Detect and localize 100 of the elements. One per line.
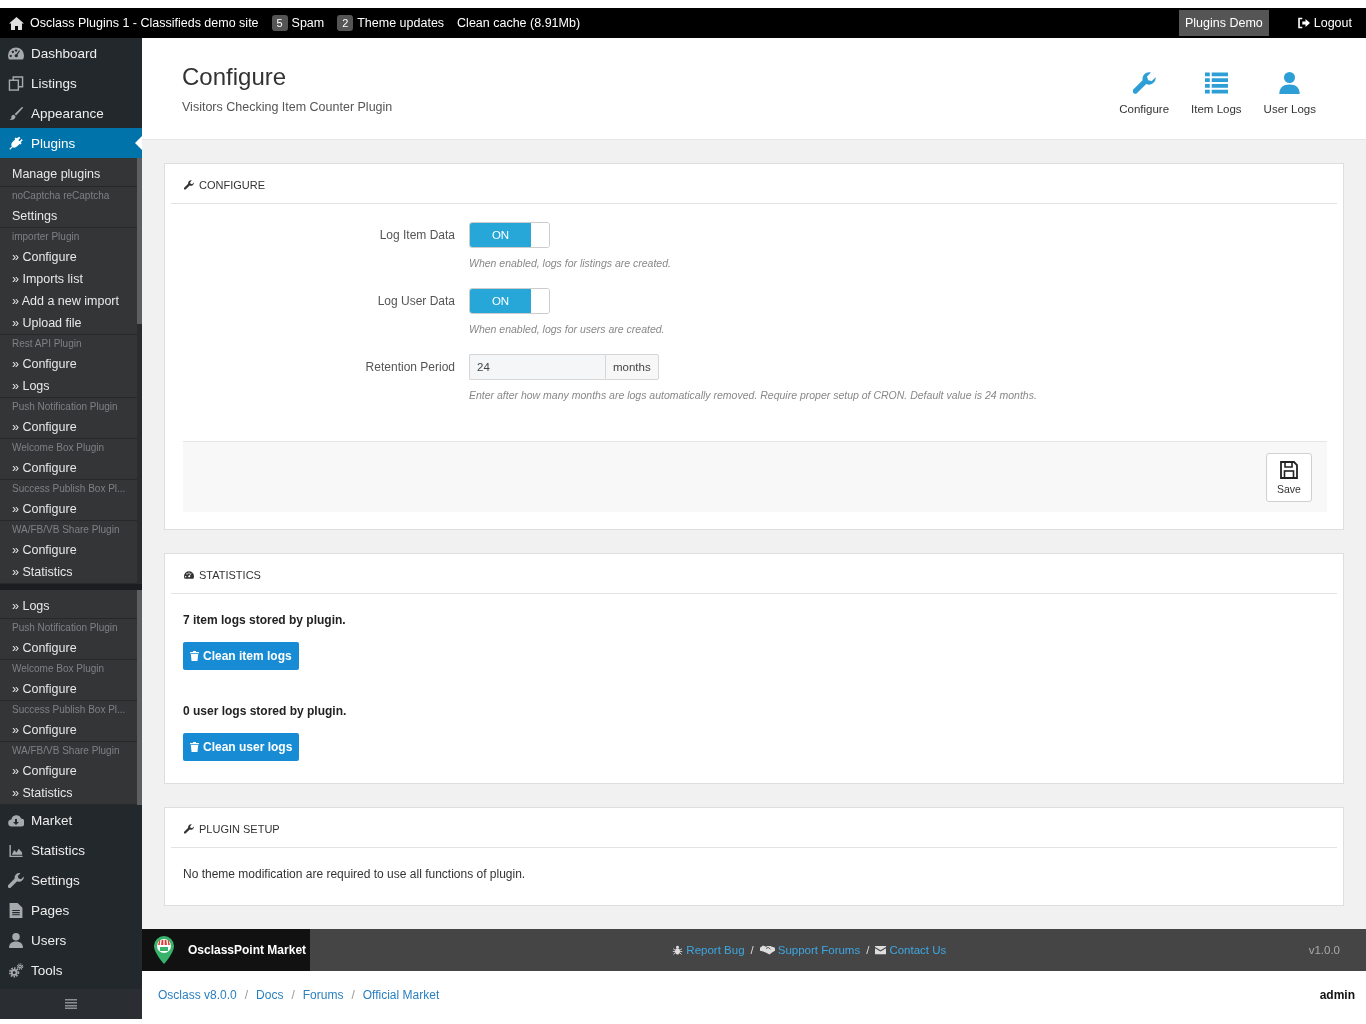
copy-icon [8,75,24,91]
submenu-link[interactable]: » Statistics [12,561,73,583]
sidebar-item[interactable]: Statistics [0,835,142,865]
field-hint: When enabled, logs for users are created. [469,322,665,337]
sidebar-item[interactable]: Pages [0,895,142,925]
breadcrumb-link[interactable]: Official Market [362,987,440,1002]
separator: / [291,987,295,1002]
trash-icon [190,742,199,752]
submenu-heading: WA/FB/VB Share Plugin [12,523,120,537]
breadcrumb-link[interactable]: Docs [256,987,284,1002]
sidebar-item[interactable]: Settings [0,865,142,895]
user-icon [8,932,24,948]
sidebar-item[interactable]: Appearance [0,98,142,128]
collapse-bar[interactable] [0,989,142,1019]
wrench-icon [184,180,194,190]
field-label: Log User Data [377,293,455,310]
save-button[interactable]: Save [1266,453,1312,502]
unit-addon: months [605,354,659,380]
logout-icon [1296,17,1310,29]
footer-link[interactable]: Contact Us [875,944,947,956]
header-nav-link[interactable]: Configure [1119,72,1170,115]
site-link[interactable]: Osclass Plugins 1 - Classifieds demo site [9,16,259,30]
submenu-heading: Push Notification Plugin [12,621,118,635]
submenu-link[interactable]: » Logs [12,595,50,617]
submenu-link[interactable]: » Configure [12,457,77,479]
save-icon [1279,460,1299,480]
field-label: Log Item Data [379,227,455,244]
demo-button[interactable]: Plugins Demo [1178,10,1269,36]
sidebar-item[interactable]: Market [0,805,142,835]
count-badge: 5 [271,15,288,31]
submenu-link[interactable]: » Upload file [12,312,82,334]
scrollbar-thumb[interactable] [137,590,142,805]
retention-input[interactable]: 24 [469,354,605,380]
dashboard-icon [184,570,194,580]
submenu-link[interactable]: » Configure [12,539,77,561]
topbar-link[interactable]: 5 Spam [271,15,325,31]
breadcrumb-link[interactable]: Forums [302,987,344,1002]
topbar-link[interactable]: 2 Theme updates [337,15,445,31]
submenu-heading: Success Publish Box Pl... [12,482,126,496]
cloud-download-icon [8,812,24,828]
submenu-heading: WA/FB/VB Share Plugin [12,744,120,758]
submenu-link[interactable]: » Configure [12,760,77,782]
wrench-icon [8,872,24,888]
wrench-icon [184,824,194,834]
field-hint: When enabled, logs for listings are created. [469,256,671,271]
submenu-heading: Welcome Box Plugin [12,441,105,455]
submenu-link[interactable]: » Configure [12,719,77,741]
home-icon [9,16,24,30]
breadcrumb-link[interactable]: Osclass v8.0.0 [158,987,237,1002]
scrollbar-track[interactable] [137,158,142,584]
sidebar-item[interactable]: Dashboard [0,38,142,68]
field-label: Retention Period [365,359,455,376]
submenu-link[interactable]: » Configure [12,498,77,520]
submenu-link[interactable]: Manage plugins [12,163,101,185]
logout-link[interactable]: Logout [1296,16,1352,30]
trash-icon [190,651,199,661]
list-icon [1204,72,1228,94]
submenu-heading: Push Notification Plugin [12,400,118,414]
bug-icon [672,945,684,955]
brand-name: OsclassPoint Market [188,943,307,957]
dashboard-icon [8,45,24,61]
panel-title: STATISTICS [199,569,261,581]
separator: / [866,944,870,956]
log-count-text: 7 item logs stored by plugin. [183,612,346,629]
submenu-link[interactable]: » Configure [12,246,77,268]
separator: / [750,944,754,956]
submenu-heading: Success Publish Box Pl... [12,703,126,717]
sidebar-item[interactable]: Plugins [0,128,142,158]
submenu-link[interactable]: » Configure [12,416,77,438]
submenu-link[interactable]: » Statistics [12,782,73,804]
panel-title: CONFIGURE [199,179,265,191]
setup-text: No theme modification are required to use all functions of plugin. [182,866,527,883]
submenu-link[interactable]: » Configure [12,637,77,659]
area-chart-icon [8,842,24,858]
header-nav-link[interactable]: User Logs [1263,72,1316,115]
sidebar-item[interactable]: Listings [0,68,142,98]
sidebar-item[interactable]: Users [0,925,142,955]
submenu-link[interactable]: » Imports list [12,268,83,290]
clean-logs-button[interactable]: Clean item logs [183,642,299,670]
clean-logs-button[interactable]: Clean user logs [183,733,300,761]
field-hint: Enter after how many months are logs automatically removed. Require proper setup of CRON. Default value is 24 months. [469,388,1037,403]
footer-link[interactable]: Report Bug [672,944,745,956]
count-badge: 2 [337,15,354,31]
submenu-heading: importer Plugin [12,230,80,244]
sidebar-item[interactable]: Tools [0,955,142,985]
submenu-link[interactable]: » Add a new import [12,290,119,312]
user-icon [1278,72,1302,94]
topbar-link[interactable]: Clean cache (8.91Mb) [457,16,581,30]
page-subtitle: Visitors Checking Item Counter Plugin [182,100,393,114]
version-label: v1.0.0 [1308,944,1341,956]
store-pin-logo [153,935,175,965]
submenu-link[interactable]: » Configure [12,678,77,700]
submenu-link[interactable]: » Logs [12,375,50,397]
separator: / [351,987,355,1002]
submenu-link[interactable]: » Configure [12,353,77,375]
scrollbar-thumb[interactable] [137,158,142,325]
header-nav-link[interactable]: Item Logs [1191,72,1242,115]
footer-link[interactable]: Support Forums [759,944,861,956]
submenu-link[interactable]: Settings [12,205,58,227]
plug-icon [8,135,24,151]
